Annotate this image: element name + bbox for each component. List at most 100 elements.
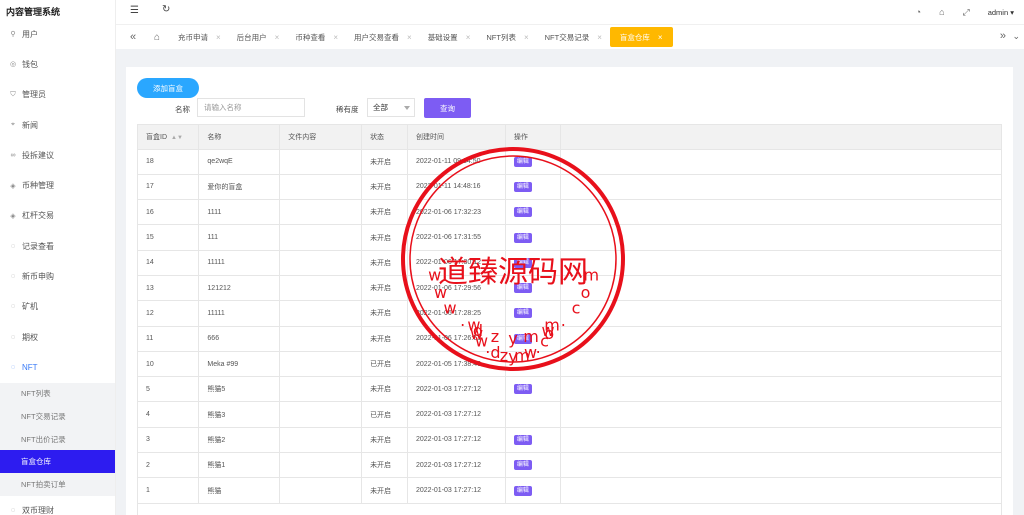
cell-status: 未开启 [361,300,408,327]
cell-time: 2022-01-11 14:48:16 [407,174,506,201]
close-icon[interactable]: × [466,33,471,42]
cell-id: 1 [138,477,200,504]
edit-button[interactable]: 编辑 [513,257,532,268]
sidebar-item-label: 币种管理 [22,181,54,191]
cell-id: 16 [138,199,200,226]
sort-icon[interactable]: ▲▼ [171,135,183,141]
cell-name: 121212 [198,275,281,302]
cell-time: 2022-01-05 17:38:40 [407,351,506,378]
cell-file [279,199,363,226]
sidebar-item[interactable]: ◌ NFT [0,352,115,382]
sidebar-item[interactable]: ◈ 币种管理 [0,170,115,200]
edit-button[interactable]: 编辑 [513,434,532,445]
table-row: 18 qe2wqE 未开启 2022-01-11 09:34:50 编辑 [138,149,1001,175]
cell-file [279,174,363,201]
cell-time: 2022-01-11 09:34:50 [407,149,506,175]
search-button[interactable]: 查询 [424,98,471,118]
table-row: 11 666 未开启 2022-01-06 17:26:51 编辑 [138,326,1001,352]
tab[interactable]: 后台用户 × [229,27,288,47]
tabs-next-icon[interactable]: » [1000,30,1006,42]
edit-button[interactable]: 编辑 [513,333,532,344]
tab[interactable]: NFT交易记录 × [537,27,610,47]
close-icon[interactable]: × [658,33,663,42]
close-icon[interactable]: × [597,33,602,42]
tab[interactable]: 基础设置 × [420,27,479,47]
close-icon[interactable]: × [333,33,338,42]
col-id[interactable]: 盲盒ID ▲▼ [138,125,200,150]
cell-id: 17 [138,174,200,201]
sidebar-item[interactable]: ⌖ 新闻 [0,110,115,140]
tab[interactable]: NFT列表 × [478,27,536,47]
fullscreen-icon[interactable]: ⤢ [963,7,970,18]
cell-time: 2022-01-06 17:31:55 [407,224,506,251]
cell-id: 5 [138,376,200,403]
tabs-menu-icon[interactable]: ⌄ [1012,31,1020,42]
menu-toggle-icon[interactable]: ☰ [130,5,139,16]
coin-icon: ◌ [10,303,16,311]
table-row: 10 Meka #99 已开启 2022-01-05 17:38:40 [138,351,1001,378]
cell-id: 4 [138,401,200,428]
cell-action: 编辑 [505,300,561,327]
table-row: 17 爱你的盲盒 未开启 2022-01-11 14:48:16 编辑 [138,174,1001,201]
edit-button[interactable]: 编辑 [513,283,532,294]
cell-name: 11111 [198,250,281,276]
sidebar-item[interactable]: ◌ 新币申购 [0,261,115,291]
user-menu[interactable]: admin ▾ [988,8,1014,17]
edit-button[interactable]: 编辑 [513,308,532,319]
table-row: 1 熊猫 未开启 2022-01-03 17:27:12 编辑 [138,477,1001,504]
sidebar-item[interactable]: ∞ 投拆建议 [0,140,115,170]
edit-button[interactable]: 编辑 [513,156,532,167]
cell-file [279,427,363,454]
tag-icon[interactable]: ⌂ [939,7,944,17]
sidebar-item[interactable]: ◌ 期权 [0,322,115,352]
tab[interactable]: 充币申请 × [170,27,229,47]
content-panel: 添加盲盒 名称 请输入名称 稀有度 全部 查询 盲盒ID ▲▼ 名称 文件内容 状… [126,67,1013,515]
cell-status: 未开启 [361,452,408,479]
edit-button[interactable]: 编辑 [513,485,532,496]
edit-button[interactable]: 编辑 [513,207,532,218]
home-tab-icon[interactable]: ⌂ [144,32,170,43]
edit-button[interactable]: 编辑 [513,460,532,471]
sidebar-subitem[interactable]: NFT交易记录 [0,405,115,428]
sidebar-item[interactable]: ◌ 记录查看 [0,231,115,261]
close-icon[interactable]: × [524,33,529,42]
close-icon[interactable]: × [216,33,221,42]
sidebar: ⚲ 用户 ◎ 钱包 ⛉ 管理员 ⌖ 新闻 ∞ 投拆建议 ◈ 币种管理 ◈ 杠杆交易 ◌ 记录查看 ◌ 新币申购 ◌ 矿… [0,0,116,515]
tab[interactable]: 盲盒仓库 × [609,27,673,47]
cell-action [505,351,561,378]
close-icon[interactable]: × [275,33,280,42]
edit-button[interactable]: 编辑 [513,232,532,243]
sidebar-subitem[interactable]: NFT列表 [0,383,115,406]
col-file: 文件内容 [279,125,363,150]
refresh-icon[interactable]: ↻ [162,4,170,15]
tab[interactable]: 用户交易查看 × [346,27,420,47]
sidebar-item-label: 期权 [22,332,38,342]
sidebar-subitem[interactable]: NFT拍卖订单 [0,473,115,496]
cell-name: 1111 [198,199,281,226]
tabs-prev-icon[interactable]: « [122,31,144,43]
cell-status: 未开启 [361,275,408,302]
cell-id: 10 [138,351,200,378]
sidebar-item[interactable]: ◈ 杠杆交易 [0,201,115,231]
col-name: 名称 [198,125,281,150]
sidebar-subitem[interactable]: NFT出价记录 [0,428,115,451]
add-blindbox-button[interactable]: 添加盲盒 [137,78,199,98]
cell-time: 2022-01-06 17:26:51 [407,326,506,352]
cell-spacer [560,326,1001,352]
name-input[interactable]: 请输入名称 [197,98,305,117]
tab[interactable]: 币种查看 × [287,27,346,47]
close-icon[interactable]: × [407,33,412,42]
table-header-row: 盲盒ID ▲▼ 名称 文件内容 状态 创建时间 操作 [138,125,1001,150]
theme-icon[interactable]: ◔ [916,7,921,17]
cell-id: 13 [138,275,200,302]
sidebar-item[interactable]: ◌ 双币理财 [0,496,115,515]
edit-button[interactable]: 编辑 [513,181,532,192]
sidebar-subitem[interactable]: 盲盒仓库 [0,450,115,473]
sidebar-item[interactable]: ◎ 钱包 [0,49,115,79]
cell-id: 3 [138,427,200,454]
sidebar-item[interactable]: ⛉ 管理员 [0,80,115,110]
cell-status: 未开启 [361,199,408,226]
sidebar-item[interactable]: ◌ 矿机 [0,292,115,322]
edit-button[interactable]: 编辑 [513,384,532,395]
rarity-select[interactable]: 全部 [367,98,415,117]
